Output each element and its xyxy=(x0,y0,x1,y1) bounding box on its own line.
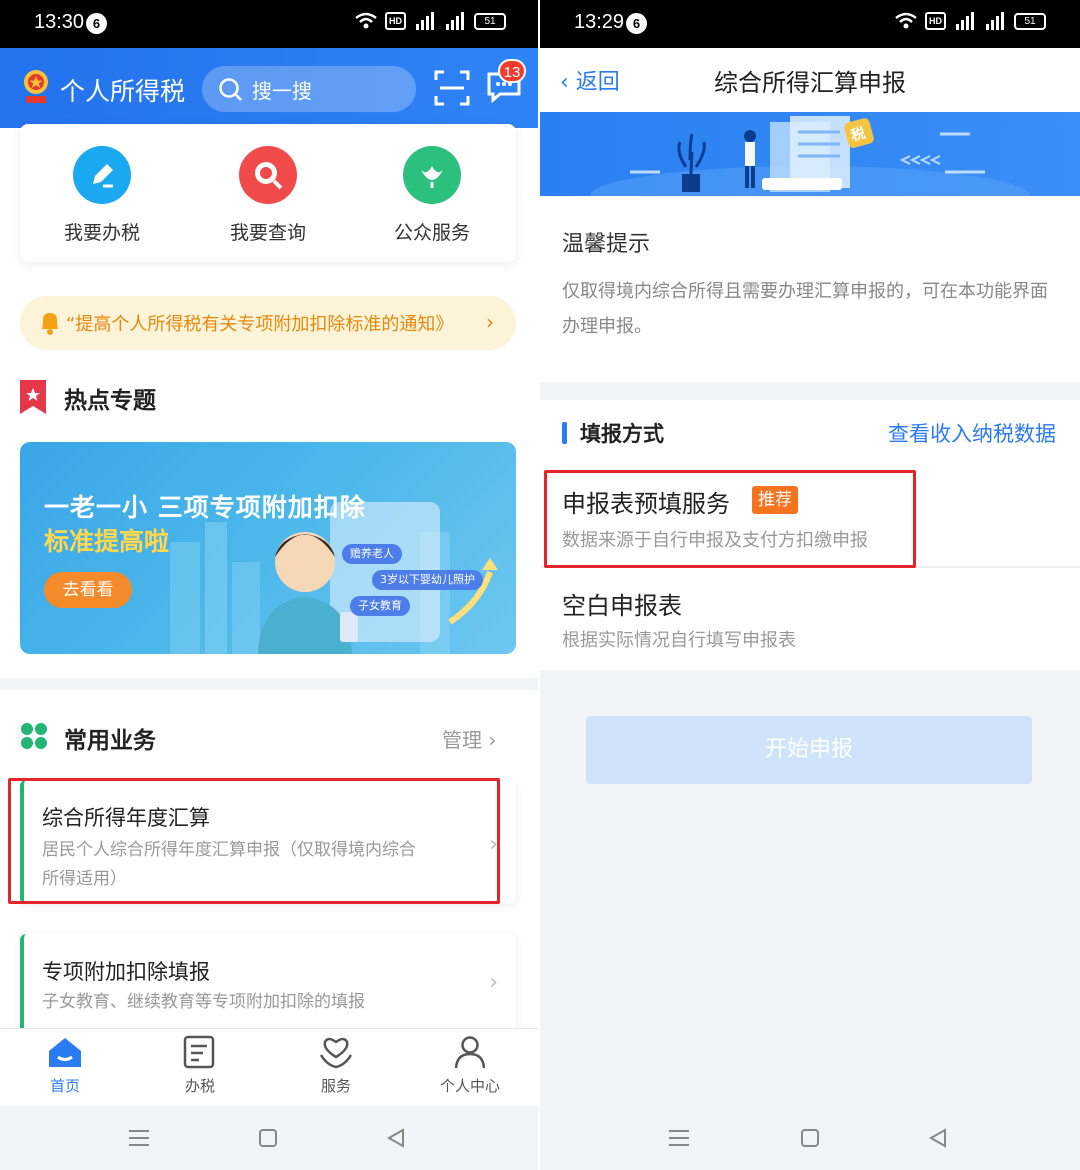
chevron-right-icon: › xyxy=(489,970,498,995)
signal-icon xyxy=(416,12,434,30)
system-nav-bar xyxy=(0,1106,540,1170)
tax-filing-illustration xyxy=(590,116,1030,196)
banner-tag: 子女教育 xyxy=(350,596,410,616)
chevron-left-icon: ‹ xyxy=(560,70,576,95)
promo-banner[interactable]: 一老一小 三项专项附加扣除 标准提高啦 去看看 赡养老人 3岁以下婴幼儿照护 子… xyxy=(20,442,516,654)
highlight-box xyxy=(544,470,916,568)
menu-icon[interactable] xyxy=(668,1128,690,1148)
system-nav-bar xyxy=(540,1106,1080,1170)
tab-tax[interactable]: 办税 xyxy=(150,1035,250,1096)
home-square-icon[interactable] xyxy=(258,1128,278,1148)
status-time: 13:30 xyxy=(34,11,85,33)
quick-action-tax[interactable]: 我要办税 xyxy=(42,146,162,245)
notification-count-icon: 6 xyxy=(626,13,647,34)
tips-title: 温馨提示 xyxy=(562,232,651,257)
app-header: 个人所得税 搜一搜 13 xyxy=(0,48,540,128)
quick-actions-card: 我要办税 我要查询 公众服务 xyxy=(20,124,516,262)
edit-icon xyxy=(73,146,131,204)
signal-icon xyxy=(956,12,974,30)
home-icon xyxy=(49,1038,81,1067)
option-subtitle: 根据实际情况自行填写申报表 xyxy=(562,630,796,651)
battery-icon: 51 xyxy=(474,12,506,30)
back-triangle-icon[interactable] xyxy=(928,1128,948,1148)
tab-profile[interactable]: 个人中心 xyxy=(420,1035,520,1096)
right-screen: 13:29 6 HD 51 综合所得汇算申报 ‹ 返回 税 温馨提示 仅取得境内… xyxy=(540,0,1080,1170)
search-icon xyxy=(219,78,242,101)
nav-bar: 综合所得汇算申报 ‹ 返回 xyxy=(540,48,1080,112)
tab-service[interactable]: 服务 xyxy=(286,1035,386,1096)
start-filing-button[interactable]: 开始申报 xyxy=(586,716,1032,784)
search-placeholder: 搜一搜 xyxy=(252,79,312,103)
heart-hands-icon xyxy=(319,1037,353,1069)
notification-count-icon: 6 xyxy=(86,13,107,34)
notice-text: “提高个人所得税有关专项附加扣除标准的通知》 xyxy=(66,314,454,335)
highlight-box xyxy=(8,778,500,904)
chevron-right-icon: › xyxy=(486,310,494,334)
wifi-icon xyxy=(355,12,377,29)
scan-icon[interactable] xyxy=(434,70,470,106)
bookmark-star-icon xyxy=(20,380,46,414)
app-title: 个人所得税 xyxy=(60,77,186,106)
flower-icon xyxy=(403,146,461,204)
view-income-tax-data-link[interactable]: 查看收入纳税数据 xyxy=(888,418,1056,448)
banner-view-button[interactable]: 去看看 xyxy=(44,572,132,608)
magnifier-icon xyxy=(239,146,297,204)
list-item-subtitle: 子女教育、继续教育等专项附加扣除的填报 xyxy=(42,992,365,1012)
tips-section: 温馨提示 仅取得境内综合所得且需要办理汇算申报的，可在本功能界面办理申报。 xyxy=(540,196,1080,382)
tab-home[interactable]: 首页 xyxy=(15,1035,115,1096)
quick-action-public-service[interactable]: 公众服务 xyxy=(372,146,492,245)
back-triangle-icon[interactable] xyxy=(386,1128,406,1148)
menu-icon[interactable] xyxy=(128,1128,150,1148)
hd-icon: HD xyxy=(925,12,946,30)
quick-action-query[interactable]: 我要查询 xyxy=(208,146,328,245)
bell-icon xyxy=(42,313,58,335)
grid-dots-icon xyxy=(21,723,47,749)
back-button[interactable]: ‹ 返回 xyxy=(560,64,620,96)
filing-method-title: 填报方式 xyxy=(580,422,664,446)
home-square-icon[interactable] xyxy=(800,1128,820,1148)
search-input[interactable]: 搜一搜 xyxy=(202,66,416,112)
battery-icon: 51 xyxy=(1014,12,1046,30)
header-illustration: 税 xyxy=(540,112,1080,196)
list-item-title: 专项附加扣除填报 xyxy=(42,960,210,984)
signal-icon-2 xyxy=(446,12,464,30)
banner-subheadline: 标准提高啦 xyxy=(44,527,170,556)
status-time: 13:29 xyxy=(574,11,625,33)
tips-text: 仅取得境内综合所得且需要办理汇算申报的，可在本功能界面办理申报。 xyxy=(562,281,1048,337)
section-accent-bar xyxy=(562,422,567,444)
signal-icon-2 xyxy=(986,12,1004,30)
section-divider xyxy=(0,678,540,690)
common-services-title: 常用业务 xyxy=(64,728,156,754)
status-bar: 13:30 6 HD 51 xyxy=(0,0,540,48)
user-icon xyxy=(454,1036,486,1069)
banner-tag: 赡养老人 xyxy=(342,544,402,564)
notice-banner[interactable]: “提高个人所得税有关专项附加扣除标准的通知》 › xyxy=(20,296,516,350)
hd-icon: HD xyxy=(385,12,406,30)
option-title: 空白申报表 xyxy=(562,592,682,620)
page-title: 综合所得汇算申报 xyxy=(714,69,906,97)
screen-divider xyxy=(538,0,540,1170)
banner-headline: 一老一小 三项专项附加扣除 xyxy=(44,493,366,522)
option-blank-form[interactable]: 空白申报表 根据实际情况自行填写申报表 xyxy=(540,570,1080,670)
message-badge: 13 xyxy=(498,59,526,83)
status-bar: 13:29 6 HD 51 xyxy=(540,0,1080,48)
wifi-icon xyxy=(895,12,917,29)
tax-emblem-icon xyxy=(24,70,48,103)
document-icon xyxy=(183,1035,215,1069)
manage-link[interactable]: 管理 › xyxy=(442,724,496,753)
left-screen: 13:30 6 HD 51 个人所得税 搜一搜 13 我要办税 我要查询 公众服… xyxy=(0,0,540,1170)
bottom-tab-bar: 首页 办税 服务 个人中心 xyxy=(0,1028,540,1106)
banner-tag: 3岁以下婴幼儿照护 xyxy=(372,570,483,590)
hot-topics-title: 热点专题 xyxy=(64,388,156,414)
list-item-special-deduction[interactable]: 专项附加扣除填报 子女教育、继续教育等专项附加扣除的填报 › xyxy=(20,934,516,1034)
